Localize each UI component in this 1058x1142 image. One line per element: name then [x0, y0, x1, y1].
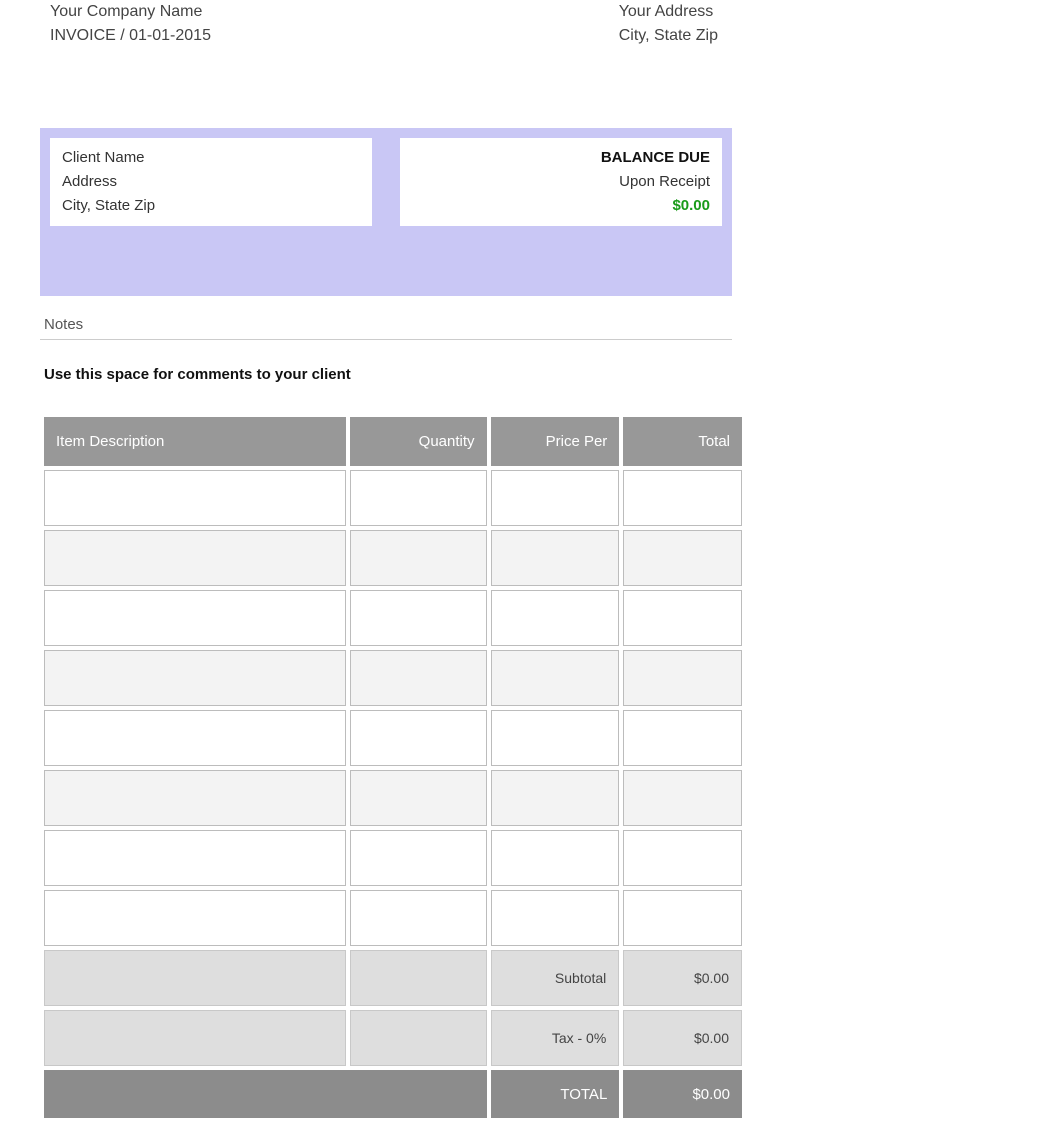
subtotal-label: Subtotal: [491, 950, 620, 1006]
cell-description[interactable]: [44, 470, 346, 526]
cell-quantity[interactable]: [350, 530, 487, 586]
payment-terms: Upon Receipt: [412, 170, 710, 194]
line-items-table: Item Description Quantity Price Per Tota…: [40, 413, 746, 1122]
tax-row: Tax - 0% $0.00: [44, 1010, 742, 1066]
summary-blank: [44, 1070, 487, 1118]
cell-total[interactable]: [623, 830, 742, 886]
grand-total-row: TOTAL $0.00: [44, 1070, 742, 1118]
cell-quantity[interactable]: [350, 770, 487, 826]
subtotal-value: $0.00: [623, 950, 742, 1006]
cell-description[interactable]: [44, 830, 346, 886]
client-info-box: Client Name Address City, State Zip: [50, 138, 372, 226]
cell-total[interactable]: [623, 650, 742, 706]
cell-description[interactable]: [44, 650, 346, 706]
your-city-state-zip: City, State Zip: [619, 24, 718, 48]
cell-quantity[interactable]: [350, 830, 487, 886]
table-row: [44, 530, 742, 586]
col-header-total: Total: [623, 417, 742, 466]
invoice-header: Your Company Name INVOICE / 01-01-2015 Y…: [40, 0, 1018, 48]
balance-due-box: BALANCE DUE Upon Receipt $0.00: [400, 138, 722, 226]
client-address: Address: [62, 170, 360, 194]
col-header-quantity: Quantity: [350, 417, 487, 466]
cell-price[interactable]: [491, 590, 620, 646]
cell-quantity[interactable]: [350, 710, 487, 766]
table-row: [44, 470, 742, 526]
cell-description[interactable]: [44, 710, 346, 766]
cell-price[interactable]: [491, 830, 620, 886]
your-address: Your Address: [619, 0, 718, 24]
table-row: [44, 770, 742, 826]
cell-total[interactable]: [623, 530, 742, 586]
cell-price[interactable]: [491, 650, 620, 706]
summary-blank: [44, 950, 346, 1006]
client-city-state-zip: City, State Zip: [62, 194, 360, 218]
cell-quantity[interactable]: [350, 650, 487, 706]
notes-label: Notes: [40, 316, 1018, 339]
client-name: Client Name: [62, 146, 360, 170]
cell-description[interactable]: [44, 770, 346, 826]
cell-description[interactable]: [44, 530, 346, 586]
subtotal-row: Subtotal $0.00: [44, 950, 742, 1006]
table-row: [44, 830, 742, 886]
cell-quantity[interactable]: [350, 590, 487, 646]
balance-amount: $0.00: [412, 194, 710, 218]
cell-price[interactable]: [491, 530, 620, 586]
tax-value: $0.00: [623, 1010, 742, 1066]
notes-divider: [40, 339, 732, 340]
cell-total[interactable]: [623, 470, 742, 526]
cell-description[interactable]: [44, 590, 346, 646]
col-header-price-per: Price Per: [491, 417, 620, 466]
cell-quantity[interactable]: [350, 890, 487, 946]
cell-price[interactable]: [491, 890, 620, 946]
cell-total[interactable]: [623, 770, 742, 826]
summary-blank: [44, 1010, 346, 1066]
cell-price[interactable]: [491, 770, 620, 826]
cell-total[interactable]: [623, 710, 742, 766]
cell-total[interactable]: [623, 590, 742, 646]
table-row: [44, 890, 742, 946]
table-row: [44, 590, 742, 646]
cell-total[interactable]: [623, 890, 742, 946]
col-header-description: Item Description: [44, 417, 346, 466]
tax-label: Tax - 0%: [491, 1010, 620, 1066]
table-row: [44, 650, 742, 706]
summary-blank: [350, 950, 487, 1006]
cell-description[interactable]: [44, 890, 346, 946]
table-header-row: Item Description Quantity Price Per Tota…: [44, 417, 742, 466]
cell-quantity[interactable]: [350, 470, 487, 526]
comments-label: Use this space for comments to your clie…: [40, 366, 1018, 383]
company-name: Your Company Name: [50, 0, 211, 24]
summary-blank: [350, 1010, 487, 1066]
client-balance-panel: Client Name Address City, State Zip BALA…: [40, 128, 732, 296]
balance-due-label: BALANCE DUE: [412, 146, 710, 170]
grand-total-value: $0.00: [623, 1070, 742, 1118]
cell-price[interactable]: [491, 470, 620, 526]
grand-total-label: TOTAL: [491, 1070, 620, 1118]
table-row: [44, 710, 742, 766]
cell-price[interactable]: [491, 710, 620, 766]
invoice-number-date: INVOICE / 01-01-2015: [50, 24, 211, 48]
